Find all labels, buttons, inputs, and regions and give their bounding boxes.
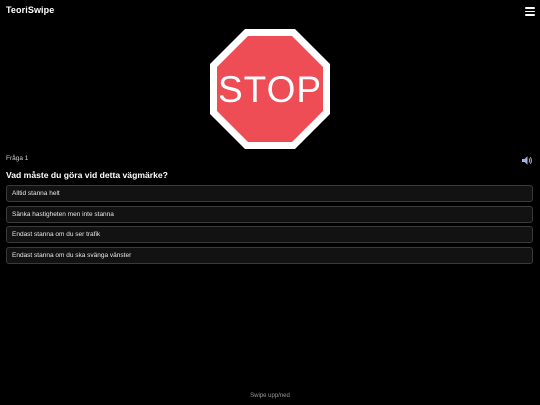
answer-option[interactable]: Alltid stanna helt [6,185,533,202]
speaker-graphic [522,156,532,165]
top-bar: TeoriSwipe [0,0,540,22]
answer-option[interactable]: Endast stanna om du ser trafik [6,226,533,243]
speaker-icon[interactable] [521,153,533,165]
menu-line [525,14,535,16]
stop-sign-icon: STOP [209,28,331,150]
app-screen: TeoriSwipe STOP Fråga 1 Vad måste du gör… [0,0,540,405]
question-text: Vad måste du göra vid detta vägmärke? [6,170,168,180]
app-title: TeoriSwipe [6,5,55,15]
menu-line [525,7,535,9]
answer-list: Alltid stanna helt Sänka hastigheten men… [6,185,533,267]
answer-option[interactable]: Sänka hastigheten men inte stanna [6,205,533,223]
stop-sign-graphic: STOP [210,29,330,149]
question-counter: Fråga 1 [6,155,29,162]
sign-text: STOP [218,69,322,110]
menu-line [525,10,535,13]
swipe-hint: Swipe upp/ned [250,393,290,399]
answer-option[interactable]: Endast stanna om du ska svänga vänster [6,246,533,264]
hamburger-menu-icon[interactable] [524,6,536,16]
